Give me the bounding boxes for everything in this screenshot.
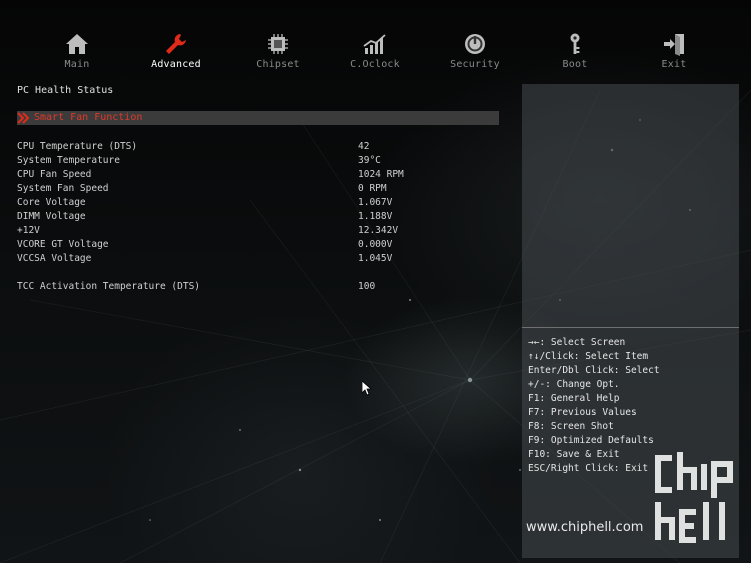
- help-line: F1: General Help: [528, 393, 620, 404]
- tab-security[interactable]: Security: [430, 28, 520, 70]
- chip-icon: [268, 34, 288, 54]
- reading-value: 100: [358, 281, 376, 292]
- reading-value: 39°C: [358, 155, 381, 166]
- help-line: Enter/Dbl Click: Select: [528, 365, 660, 376]
- reading-row: DIMM Voltage 1.188V: [17, 210, 497, 224]
- reading-name: DIMM Voltage: [17, 211, 86, 222]
- reading-row: Core Voltage 1.067V: [17, 196, 497, 210]
- help-divider: [522, 327, 739, 328]
- tab-chipset-label: Chipset: [256, 59, 300, 70]
- reading-value: 1.045V: [358, 253, 393, 264]
- reading-row: VCORE GT Voltage 0.000V: [17, 238, 497, 252]
- tab-chipset[interactable]: Chipset: [233, 28, 323, 70]
- chevron-right-icon: [17, 112, 30, 124]
- help-line: +/-: Change Opt.: [528, 379, 620, 390]
- help-line: F7: Previous Values: [528, 407, 637, 418]
- shield-icon: [465, 34, 485, 54]
- chiphell-logo: [655, 452, 733, 543]
- reading-value: 0.000V: [358, 239, 393, 250]
- smart-fan-function-item[interactable]: Smart Fan Function: [17, 111, 499, 125]
- home-icon: [66, 34, 88, 54]
- reading-row: System Temperature 39°C: [17, 154, 497, 168]
- chart-icon: [363, 34, 386, 54]
- tab-main[interactable]: Main: [32, 28, 122, 70]
- key-icon: [570, 33, 580, 54]
- tab-advanced-label: Advanced: [151, 59, 201, 70]
- help-line: F9: Optimized Defaults: [528, 435, 654, 446]
- reading-name: VCCSA Voltage: [17, 253, 92, 264]
- tab-main-label: Main: [64, 59, 90, 70]
- help-line: ↑↓/Click: Select Item: [528, 351, 649, 362]
- reading-name: System Fan Speed: [17, 183, 109, 194]
- reading-value: 12.342V: [358, 225, 399, 236]
- reading-value: 42: [358, 141, 370, 152]
- reading-value: 1.188V: [358, 211, 393, 222]
- reading-name: CPU Fan Speed: [17, 169, 92, 180]
- tab-coclock[interactable]: C.Oclock: [330, 28, 420, 70]
- reading-name: Core Voltage: [17, 197, 86, 208]
- submenu-label: Smart Fan Function: [34, 112, 143, 123]
- help-line: F8: Screen Shot: [528, 421, 614, 432]
- reading-name: CPU Temperature (DTS): [17, 141, 138, 152]
- reading-row: CPU Fan Speed 1024 RPM: [17, 168, 497, 182]
- reading-row: +12V 12.342V: [17, 224, 497, 238]
- tab-advanced[interactable]: Advanced: [131, 28, 221, 70]
- reading-name: System Temperature: [17, 155, 120, 166]
- tab-security-label: Security: [450, 59, 500, 70]
- help-line: →←: Select Screen: [528, 337, 626, 348]
- reading-name: +12V: [17, 225, 40, 236]
- reading-name: TCC Activation Temperature (DTS): [17, 281, 201, 292]
- watermark-url: www.chiphell.com: [526, 520, 644, 535]
- tab-coclock-label: C.Oclock: [350, 59, 400, 70]
- reading-row: CPU Temperature (DTS) 42: [17, 140, 497, 154]
- reading-row: System Fan Speed 0 RPM: [17, 182, 497, 196]
- tab-boot-label: Boot: [562, 59, 588, 70]
- tab-exit-label: Exit: [661, 59, 687, 70]
- page-title: PC Health Status: [17, 85, 114, 96]
- top-navigation: Main Advanced Chipset C.Oclock Security …: [0, 28, 751, 76]
- tcc-activation-row: TCC Activation Temperature (DTS) 100: [17, 280, 497, 294]
- mouse-pointer-icon: [362, 381, 372, 396]
- tab-exit[interactable]: Exit: [629, 28, 719, 70]
- reading-row: VCCSA Voltage 1.045V: [17, 252, 497, 266]
- reading-value: 1024 RPM: [358, 169, 404, 180]
- health-readings-list: CPU Temperature (DTS) 42 System Temperat…: [17, 140, 497, 294]
- exit-icon: [664, 34, 684, 56]
- reading-value: 0 RPM: [358, 183, 387, 194]
- reading-value: 1.067V: [358, 197, 393, 208]
- wrench-icon: [166, 34, 186, 54]
- reading-name: VCORE GT Voltage: [17, 239, 109, 250]
- tab-boot[interactable]: Boot: [530, 28, 620, 70]
